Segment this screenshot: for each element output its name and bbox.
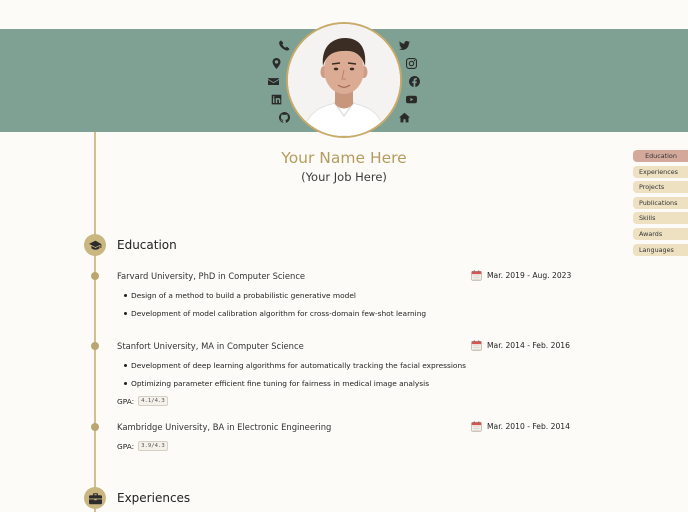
- calendar-icon: [471, 340, 482, 351]
- education-entry-date: Mar. 2019 - Aug. 2023: [471, 270, 571, 281]
- nav-item-languages[interactable]: Languages: [633, 244, 688, 256]
- section-title-education: Education: [117, 238, 177, 252]
- calendar-icon: [471, 270, 482, 281]
- nav-item-awards[interactable]: Awards: [633, 228, 688, 240]
- bullet-dot: [124, 294, 127, 297]
- timeline-dot: [91, 342, 99, 350]
- github-icon[interactable]: [276, 109, 292, 125]
- education-entry-title: Stanfort University, MA in Computer Scie…: [117, 341, 304, 351]
- briefcase-icon: [84, 487, 106, 509]
- graduation-cap-icon: [84, 234, 106, 256]
- education-entry-title: Farvard University, PhD in Computer Scie…: [117, 271, 306, 281]
- email-icon[interactable]: [265, 73, 281, 89]
- gpa-line: GPA: 4.1/4.3: [117, 396, 168, 406]
- profile-photo: [286, 22, 402, 138]
- entry-bullet: Development of model calibration algorit…: [131, 309, 427, 318]
- entry-bullet: Design of a method to build a probabilis…: [131, 291, 356, 300]
- nav-item-experiences[interactable]: Experiences: [633, 166, 688, 178]
- twitter-icon[interactable]: [396, 37, 412, 53]
- facebook-icon[interactable]: [406, 73, 422, 89]
- nav-item-skills[interactable]: Skills: [633, 212, 688, 224]
- date-text: Mar. 2010 - Feb. 2014: [487, 422, 570, 431]
- gpa-label: GPA:: [117, 396, 135, 406]
- date-text: Mar. 2014 - Feb. 2016: [487, 341, 570, 350]
- youtube-icon[interactable]: [403, 91, 419, 107]
- linkedin-icon[interactable]: [268, 91, 284, 107]
- gpa-value: 4.1/4.3: [138, 396, 168, 406]
- profile-job-title: (Your Job Here): [301, 170, 387, 184]
- education-entry-date: Mar. 2014 - Feb. 2016: [471, 340, 570, 351]
- bullet-dot: [124, 382, 127, 385]
- phone-icon[interactable]: [276, 37, 292, 53]
- gpa-line: GPA: 3.9/4.3: [117, 441, 168, 451]
- nav-item-education[interactable]: Education: [633, 150, 688, 162]
- profile-name: Your Name Here: [281, 149, 407, 167]
- location-icon[interactable]: [268, 55, 284, 71]
- timeline-dot: [91, 272, 99, 280]
- instagram-icon[interactable]: [403, 55, 419, 71]
- education-entry-date: Mar. 2010 - Feb. 2014: [471, 421, 570, 432]
- calendar-icon: [471, 421, 482, 432]
- nav-item-projects[interactable]: Projects: [633, 181, 688, 193]
- education-entry-title: Kambridge University, BA in Electronic E…: [117, 422, 332, 432]
- bullet-dot: [124, 364, 127, 367]
- home-icon[interactable]: [396, 109, 412, 125]
- timeline-line: [94, 132, 96, 512]
- entry-bullet: Development of deep learning algorithms …: [131, 361, 466, 370]
- section-title-experiences: Experiences: [117, 491, 191, 505]
- gpa-label: GPA:: [117, 441, 135, 451]
- timeline-dot: [91, 423, 99, 431]
- nav-item-publications[interactable]: Publications: [633, 197, 688, 209]
- bullet-dot: [124, 312, 127, 315]
- date-text: Mar. 2019 - Aug. 2023: [487, 271, 572, 280]
- gpa-value: 3.9/4.3: [138, 441, 168, 451]
- entry-bullet: Optimizing parameter efficient fine tuni…: [131, 379, 430, 388]
